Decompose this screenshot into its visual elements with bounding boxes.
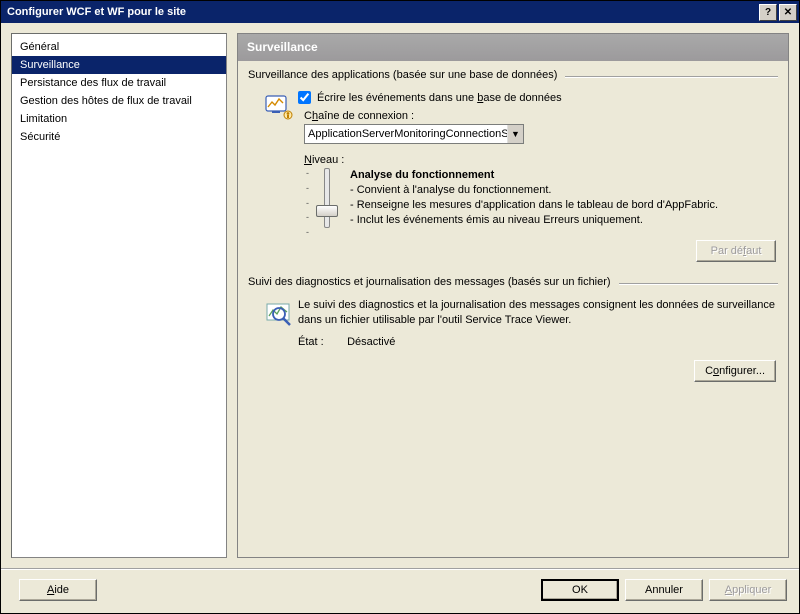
section-title: Surveillance des applications (basée sur… [248, 69, 557, 81]
default-button: Par défaut [696, 240, 776, 262]
level-description: Analyse du fonctionnement - Convient à l… [350, 168, 778, 228]
state-value: Désactivé [347, 336, 395, 348]
dialog-window: Configurer WCF et WF pour le site ? ✕ Gé… [0, 0, 800, 614]
section-title-2: Suivi des diagnostics et journalisation … [248, 276, 611, 288]
main-panel: Surveillance Surveillance des applicatio… [237, 33, 789, 558]
trace-viewer-icon [262, 298, 298, 382]
section-app-monitoring-header: Surveillance des applications (basée sur… [248, 69, 778, 85]
close-icon[interactable]: ✕ [779, 4, 797, 21]
checkbox-label: Écrire les événements dans une base de d… [317, 92, 562, 104]
section-app-monitoring-body: Écrire les événements dans une base de d… [248, 85, 778, 262]
sidebar-item-security[interactable]: Sécurité [12, 128, 226, 146]
chevron-down-icon[interactable]: ▼ [507, 125, 523, 143]
divider [619, 283, 778, 285]
state-label: État : [298, 336, 344, 348]
sidebar-item-persistence[interactable]: Persistance des flux de travail [12, 74, 226, 92]
sidebar-item-general[interactable]: Général [12, 38, 226, 56]
level-bullet-3: - Inclut les événements émis au niveau E… [350, 213, 778, 228]
monitoring-icon [262, 91, 298, 262]
help-button[interactable]: Aide [19, 579, 97, 601]
dialog-footer: Aide OK Annuler Appliquer [1, 568, 799, 613]
level-slider[interactable]: ----- [304, 168, 350, 228]
help-button-icon[interactable]: ? [759, 4, 777, 21]
sidebar-item-limitation[interactable]: Limitation [12, 110, 226, 128]
write-events-checkbox[interactable] [298, 91, 311, 104]
level-bullet-2: - Renseigne les mesures d'application da… [350, 198, 778, 213]
divider [565, 76, 778, 78]
apply-button: Appliquer [709, 579, 787, 601]
section-diagnostics-header: Suivi des diagnostics et journalisation … [248, 276, 778, 292]
ok-button[interactable]: OK [541, 579, 619, 601]
connection-string-select[interactable]: ApplicationServerMonitoringConnectionSt … [304, 124, 524, 144]
window-title: Configurer WCF et WF pour le site [7, 6, 757, 18]
sidebar: Général Surveillance Persistance des flu… [11, 33, 227, 558]
panel-body: Surveillance des applications (basée sur… [238, 61, 788, 557]
titlebar: Configurer WCF et WF pour le site ? ✕ [1, 1, 799, 23]
state-row: État : Désactivé [298, 336, 778, 348]
cancel-button[interactable]: Annuler [625, 579, 703, 601]
slider-track [324, 168, 330, 228]
connection-label: Chaîne de connexion : [304, 110, 778, 122]
level-block: Niveau : ----- [304, 154, 778, 228]
content-area: Général Surveillance Persistance des flu… [1, 23, 799, 568]
level-bullet-1: - Convient à l'analyse du fonctionnement… [350, 183, 778, 198]
sidebar-item-surveillance[interactable]: Surveillance [12, 56, 226, 74]
level-name: Analyse du fonctionnement [350, 168, 778, 183]
configure-button[interactable]: Configurer... [694, 360, 776, 382]
connection-block: Chaîne de connexion : ApplicationServerM… [304, 110, 778, 144]
connection-string-value: ApplicationServerMonitoringConnectionSt [308, 128, 507, 140]
section-diagnostics: Suivi des diagnostics et journalisation … [248, 276, 778, 382]
write-events-checkbox-row: Écrire les événements dans une base de d… [298, 91, 778, 104]
diagnostics-description: Le suivi des diagnostics et la journalis… [298, 298, 778, 328]
panel-heading: Surveillance [238, 34, 788, 61]
sidebar-item-host-management[interactable]: Gestion des hôtes de flux de travail [12, 92, 226, 110]
level-label: Niveau : [304, 154, 778, 166]
slider-ticks: ----- [306, 168, 309, 228]
slider-thumb[interactable] [316, 205, 338, 217]
